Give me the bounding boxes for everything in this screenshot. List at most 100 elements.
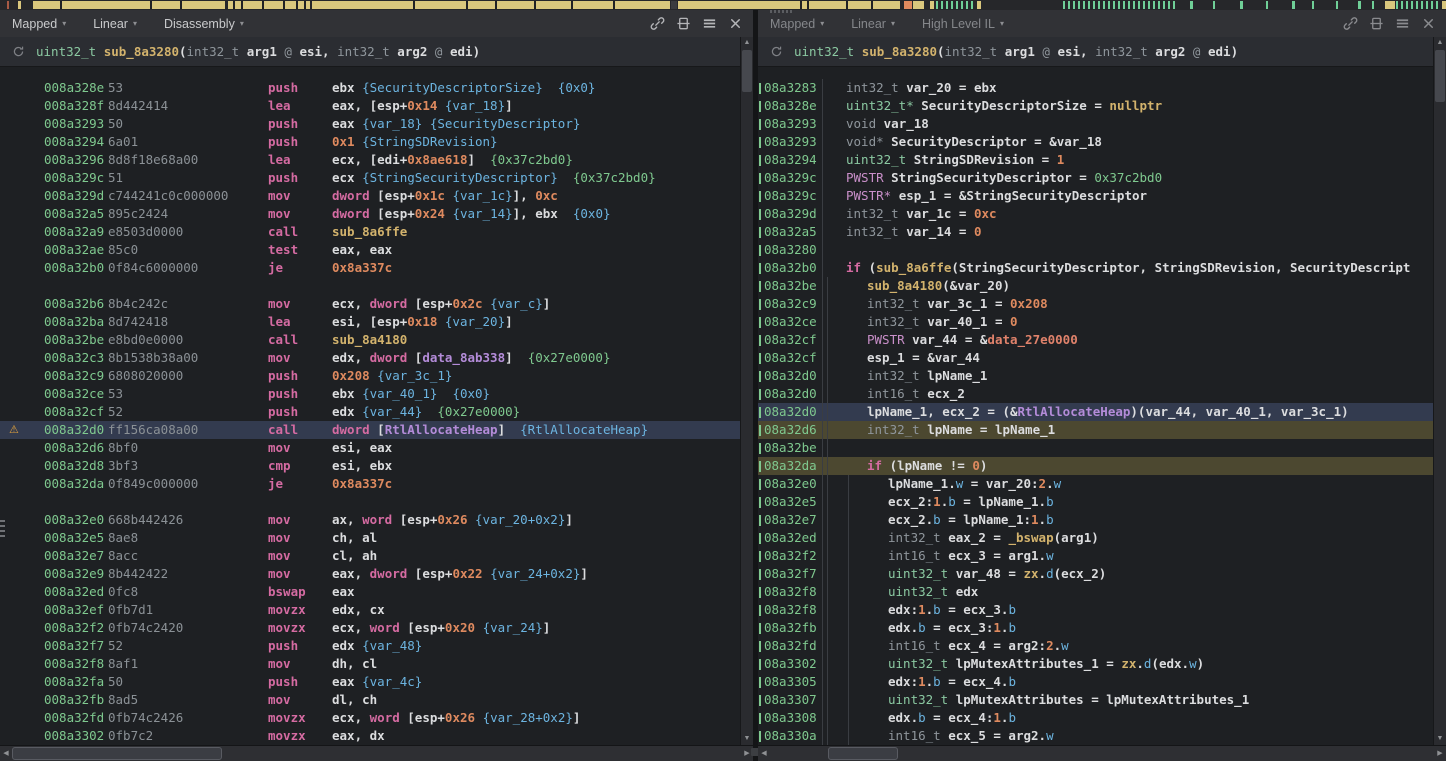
disasm-line[interactable]: 008a32c38b1538b38a00movedx, dword [data_… <box>0 349 740 367</box>
disasm-line[interactable]: 008a32e98b442422moveax, dword [esp+0x22 … <box>0 565 740 583</box>
hlil-line[interactable]: 08a32d0int32_t lpName_1 <box>758 367 1433 385</box>
link-icon[interactable] <box>1343 16 1358 31</box>
hlil-line[interactable]: 08a32besub_8a4180(&var_20) <box>758 277 1433 295</box>
function-signature[interactable]: uint32_t sub_8a3280(int32_t arg1 @ esi, … <box>0 37 740 67</box>
hlil-line[interactable]: 08a32ceint32_t var_40_1 = 0 <box>758 313 1433 331</box>
hlil-line[interactable]: 08a32e7ecx_2.b = lpName_1:1.b <box>758 511 1433 529</box>
hlil-line[interactable]: 08a32b0if (sub_8a6ffe(StringSecurityDesc… <box>758 259 1433 277</box>
feature-map[interactable] <box>0 0 1446 10</box>
scrollbar-thumb[interactable] <box>742 50 752 92</box>
disasm-line[interactable]: 008a329dc744241c0c000000movdword [esp+0x… <box>0 187 740 205</box>
hlil-line[interactable]: 08a32f8edx:1.b = ecx_3.b <box>758 601 1433 619</box>
view-option-dropdown-mapped[interactable]: Mapped▾ <box>770 17 824 31</box>
hlil-line[interactable]: 08a3283int32_t var_20 = ebx <box>758 79 1433 97</box>
refresh-icon[interactable] <box>770 45 783 58</box>
hlil-line[interactable]: 08a32cfesp_1 = &var_44 <box>758 349 1433 367</box>
hlil-line[interactable]: 08a330aint16_t ecx_5 = arg2.w <box>758 727 1433 745</box>
hlil-line[interactable]: 08a3307uint32_t lpMutexAttributes = lpMu… <box>758 691 1433 709</box>
disasm-line[interactable]: 008a32d68bf0movesi, eax <box>0 439 740 457</box>
split-pane-icon[interactable] <box>1369 16 1384 31</box>
disasm-line[interactable]: 008a32c96808020000push0x208 {var_3c_1} <box>0 367 740 385</box>
right-vertical-scrollbar[interactable]: ▲ ▼ <box>1433 37 1446 745</box>
hlil-line[interactable]: 08a32f7uint32_t var_48 = zx.d(ecx_2) <box>758 565 1433 583</box>
disasm-line[interactable] <box>0 277 740 295</box>
hlil-line[interactable]: 08a3294uint32_t StringSDRevision = 1 <box>758 151 1433 169</box>
hlil-line[interactable]: 08a32cfPWSTR var_44 = &data_27e0000 <box>758 331 1433 349</box>
disasm-line[interactable]: ⚠008a32d0ff156ca08a00calldword [RtlAlloc… <box>0 421 740 439</box>
hlil-line[interactable]: 08a328euint32_t* SecurityDescriptorSize … <box>758 97 1433 115</box>
view-option-dropdown-disassembly[interactable]: Disassembly▾ <box>164 17 244 31</box>
scroll-down-button[interactable]: ▼ <box>741 733 753 745</box>
disasm-line[interactable]: 008a32fd0fb74c2426movzxecx, word [esp+0x… <box>0 709 740 727</box>
function-signature[interactable]: uint32_t sub_8a3280(int32_t arg1 @ esi, … <box>758 37 1433 67</box>
disasm-line[interactable]: 008a32cf52pushedx {var_44} {0x27e0000} <box>0 403 740 421</box>
split-pane-icon[interactable] <box>676 16 691 31</box>
disasm-line[interactable]: 008a32fa50pusheax {var_4c} <box>0 673 740 691</box>
disasm-line[interactable]: 008a32a5895c2424movdword [esp+0x24 {var_… <box>0 205 740 223</box>
refresh-icon[interactable] <box>12 45 25 58</box>
hlil-line[interactable]: 08a32d0int16_t ecx_2 <box>758 385 1433 403</box>
disasm-line[interactable]: 008a329c51pushecx {StringSecurityDescrip… <box>0 169 740 187</box>
disasm-line[interactable]: 008a32946a01push0x1 {StringSDRevision} <box>0 133 740 151</box>
disasm-line[interactable]: 008a32ed0fc8bswapeax <box>0 583 740 601</box>
scroll-left-button[interactable]: ◀ <box>0 746 12 761</box>
scrollbar-thumb[interactable] <box>1435 50 1445 102</box>
right-horizontal-scrollbar[interactable]: ◀ ▶ <box>758 746 1446 761</box>
hlil-line[interactable]: 08a3308edx.b = ecx_4:1.b <box>758 709 1433 727</box>
scroll-up-button[interactable]: ▲ <box>1434 37 1446 49</box>
hlil-line[interactable]: 08a32d6int32_t lpName = lpName_1 <box>758 421 1433 439</box>
left-horizontal-scrollbar[interactable]: ◀ ▶ <box>0 746 753 761</box>
disasm-line[interactable]: 008a32ba8d742418leaesi, [esp+0x18 {var_2… <box>0 313 740 331</box>
hlil-line[interactable]: 08a329dint32_t var_1c = 0xc <box>758 205 1433 223</box>
disasm-line[interactable]: 008a32a9e8503d0000callsub_8a6ffe <box>0 223 740 241</box>
hlil-line[interactable]: 08a32f2int16_t ecx_3 = arg1.w <box>758 547 1433 565</box>
disasm-line[interactable]: 008a32fb8ad5movdl, ch <box>0 691 740 709</box>
hlil-line[interactable]: 08a32a5int32_t var_14 = 0 <box>758 223 1433 241</box>
disasm-line[interactable]: 008a33020fb7c2movzxeax, dx <box>0 727 740 745</box>
disasm-line[interactable]: 008a32e58ae8movch, al <box>0 529 740 547</box>
menu-icon[interactable] <box>1395 16 1410 31</box>
hlil-line[interactable]: 08a32fdint16_t ecx_4 = arg2:2.w <box>758 637 1433 655</box>
scroll-right-button[interactable]: ▶ <box>1434 746 1446 761</box>
hlil-line[interactable]: 08a329cPWSTR* esp_1 = &StringSecurityDes… <box>758 187 1433 205</box>
scroll-down-button[interactable]: ▼ <box>1434 733 1446 745</box>
close-icon[interactable] <box>728 16 743 31</box>
menu-icon[interactable] <box>702 16 717 31</box>
scrollbar-thumb[interactable] <box>828 747 898 760</box>
hlil-line[interactable]: 08a3293void var_18 <box>758 115 1433 133</box>
disasm-line[interactable]: 008a32968d8f18e68a00leaecx, [edi+0x8ae61… <box>0 151 740 169</box>
hlil-line[interactable]: 08a32d0lpName_1, ecx_2 = (&RtlAllocateHe… <box>758 403 1433 421</box>
view-option-dropdown-linear[interactable]: Linear▾ <box>93 17 137 31</box>
disasm-line[interactable]: 008a328f8d442414leaeax, [esp+0x14 {var_1… <box>0 97 740 115</box>
disasm-line[interactable]: 008a32d83bf3cmpesi, ebx <box>0 457 740 475</box>
disasm-line[interactable]: 008a32f88af1movdh, cl <box>0 655 740 673</box>
disasm-line[interactable]: 008a32f752pushedx {var_48} <box>0 637 740 655</box>
left-vertical-scrollbar[interactable]: ▲ ▼ <box>740 37 753 745</box>
view-option-dropdown-linear[interactable]: Linear▾ <box>851 17 895 31</box>
sidebar-handle[interactable] <box>0 517 5 537</box>
disasm-line[interactable]: 008a32bee8bd0e0000callsub_8a4180 <box>0 331 740 349</box>
view-option-dropdown-mapped[interactable]: Mapped▾ <box>12 17 66 31</box>
disasm-line[interactable]: 008a32ef0fb7d1movzxedx, cx <box>0 601 740 619</box>
disasm-line[interactable]: 008a32ce53pushebx {var_40_1} {0x0} <box>0 385 740 403</box>
hlil-line[interactable]: 08a32c9int32_t var_3c_1 = 0x208 <box>758 295 1433 313</box>
hlil-line[interactable]: 08a32f8uint32_t edx <box>758 583 1433 601</box>
disasm-line[interactable] <box>0 493 740 511</box>
disasm-line[interactable]: 008a32b68b4c242cmovecx, dword [esp+0x2c … <box>0 295 740 313</box>
hlil-line[interactable]: 08a329cPWSTR StringSecurityDescriptor = … <box>758 169 1433 187</box>
scroll-up-button[interactable]: ▲ <box>741 37 753 49</box>
hlil-line[interactable]: 08a32fbedx.b = ecx_3:1.b <box>758 619 1433 637</box>
hlil-line[interactable]: 08a3305edx:1.b = ecx_4.b <box>758 673 1433 691</box>
close-icon[interactable] <box>1421 16 1436 31</box>
hlil-line[interactable]: 08a32e5ecx_2:1.b = lpName_1.b <box>758 493 1433 511</box>
hlil-line[interactable]: 08a32daif (lpName != 0) <box>758 457 1433 475</box>
disasm-line[interactable]: 008a32b00f84c6000000je0x8a337c <box>0 259 740 277</box>
hlil-line[interactable]: 08a3293void* SecurityDescriptor = &var_1… <box>758 133 1433 151</box>
scrollbar-thumb[interactable] <box>12 747 222 760</box>
scroll-left-button[interactable]: ◀ <box>758 746 770 761</box>
disasm-line[interactable]: 008a32da0f849c000000je0x8a337c <box>0 475 740 493</box>
hlil-line[interactable]: 08a32be <box>758 439 1433 457</box>
disasm-line[interactable]: 008a32e0668b442426movax, word [esp+0x26 … <box>0 511 740 529</box>
hlil-line[interactable]: 08a3302uint32_t lpMutexAttributes_1 = zx… <box>758 655 1433 673</box>
view-option-dropdown-high-level-il[interactable]: High Level IL▾ <box>922 17 1004 31</box>
